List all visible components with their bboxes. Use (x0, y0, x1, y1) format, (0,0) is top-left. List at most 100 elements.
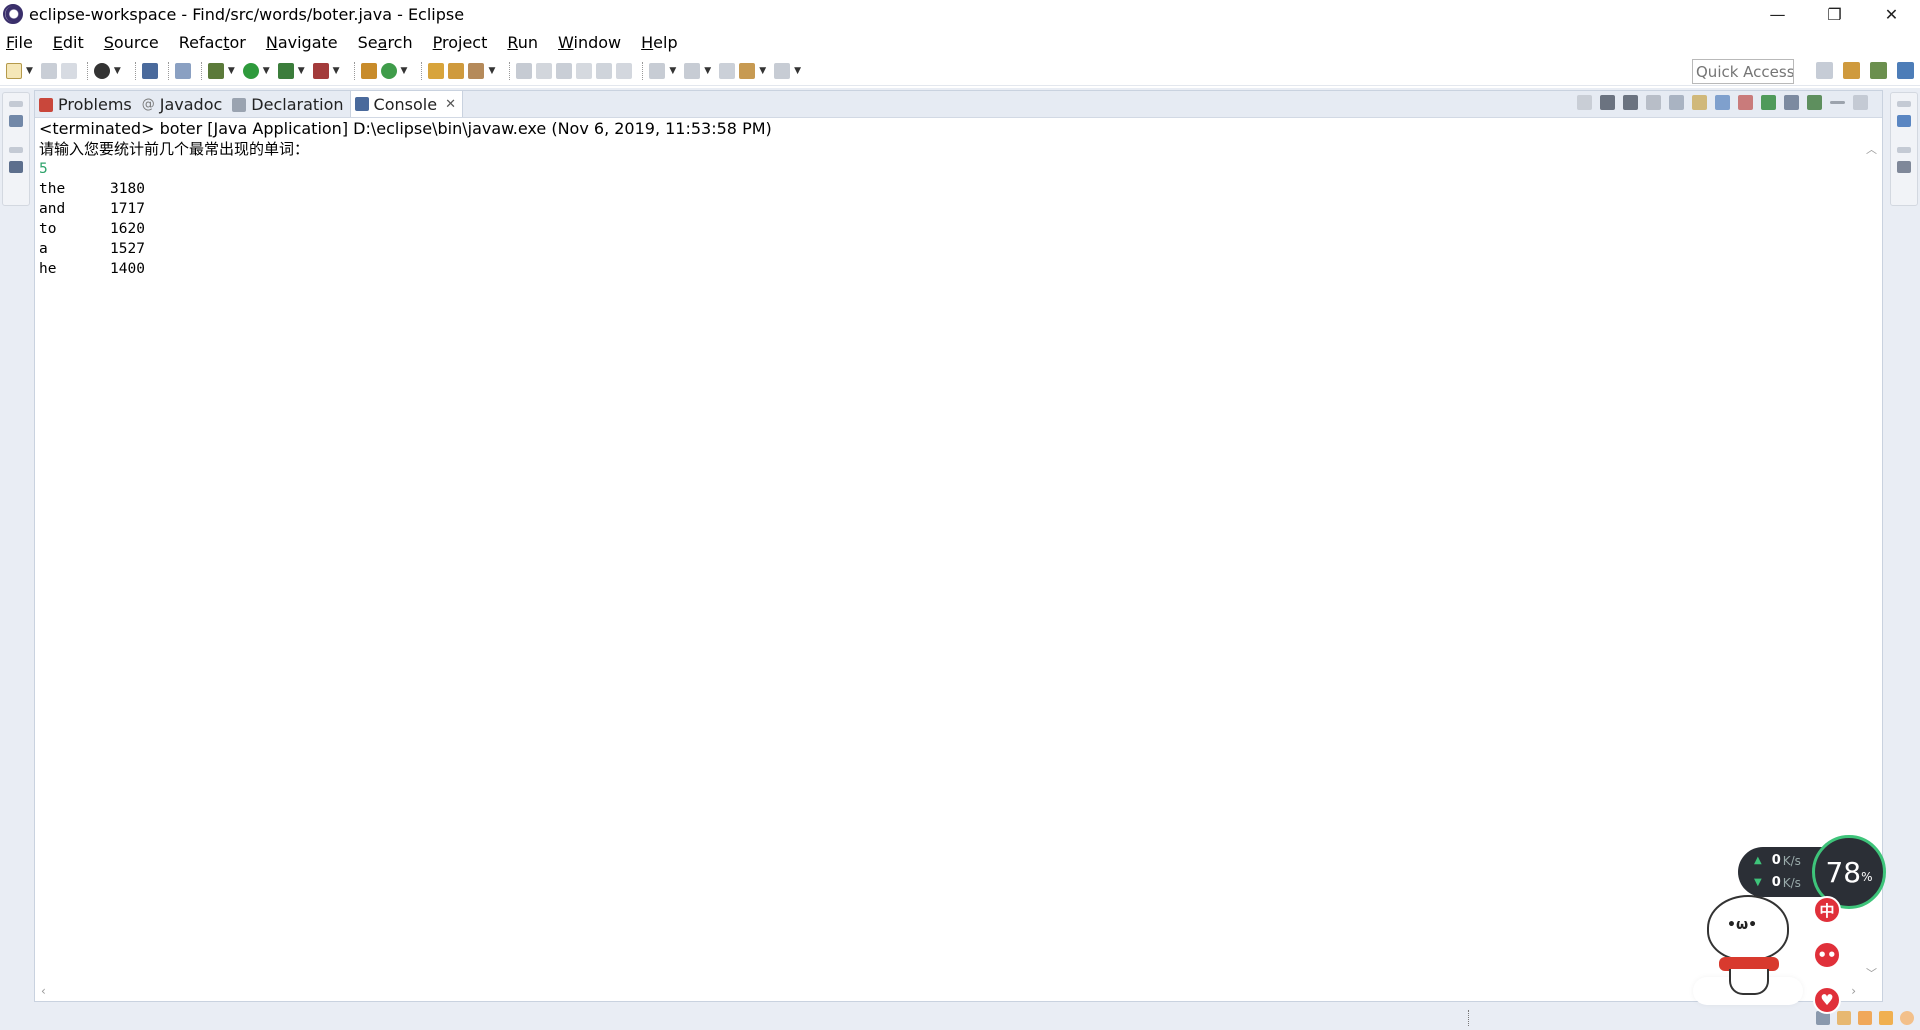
show-on-stdout-icon[interactable] (1715, 95, 1730, 110)
restore-icon[interactable] (9, 101, 23, 107)
new-java-project-icon[interactable] (360, 62, 377, 79)
close-icon[interactable]: ✕ (445, 97, 456, 112)
menu-window[interactable]: Window (555, 33, 624, 52)
show-on-stderr-icon[interactable] (1738, 95, 1753, 110)
horizontal-scrollbar[interactable]: ‹ › (35, 983, 1862, 1001)
pilcrow-icon[interactable] (596, 62, 613, 79)
back-dropdown-icon[interactable]: ▼ (759, 66, 766, 76)
menu-run[interactable]: Run (504, 33, 541, 52)
smile-icon[interactable] (1900, 1011, 1914, 1025)
editor-area-icon[interactable] (9, 161, 23, 173)
new-class-dropdown-icon[interactable]: ▼ (401, 66, 408, 76)
paragraph-icon[interactable] (616, 62, 633, 79)
tab-problems[interactable]: Problems (35, 92, 138, 117)
remove-launch-icon[interactable] (1600, 95, 1615, 110)
coverage-dropdown-icon[interactable]: ▼ (298, 66, 305, 76)
quick-access-input[interactable] (1692, 59, 1794, 84)
problems-icon (39, 97, 53, 112)
restore-button[interactable]: ❐ (1806, 0, 1863, 28)
next-annotation-dropdown-icon[interactable]: ▼ (669, 66, 676, 76)
back-icon[interactable] (739, 62, 756, 79)
menu-edit[interactable]: Edit (50, 33, 87, 52)
word-wrap-icon[interactable] (576, 62, 593, 79)
menu-help[interactable]: Help (638, 33, 680, 52)
heart-badge[interactable]: ♥ (1813, 986, 1841, 1014)
minimize-button[interactable]: — (1749, 0, 1806, 28)
close-button[interactable]: ✕ (1863, 0, 1920, 28)
coverage-icon[interactable] (277, 62, 294, 79)
scroll-down-icon[interactable]: ﹀ (1866, 965, 1877, 981)
java-ee-perspective-icon[interactable] (1843, 62, 1860, 79)
scroll-up-icon[interactable]: ︿ (1866, 141, 1877, 157)
task-list-icon[interactable] (1897, 161, 1911, 173)
tab-javadoc[interactable]: @ Javadoc (138, 92, 229, 117)
scroll-left-icon[interactable]: ‹ (41, 984, 46, 998)
result-count: 3180 (110, 181, 145, 197)
external-tools-icon[interactable] (312, 62, 329, 79)
dots-badge[interactable]: •• (1813, 941, 1841, 969)
menu-file[interactable]: File (3, 33, 36, 52)
search-icon[interactable] (468, 62, 485, 79)
pin-console-icon[interactable] (1761, 95, 1776, 110)
forward-icon[interactable] (774, 62, 791, 79)
menu-project[interactable]: Project (430, 33, 491, 52)
hat-icon[interactable] (1858, 1011, 1872, 1025)
save-icon[interactable] (40, 62, 57, 79)
forward-dropdown-icon[interactable]: ▼ (794, 66, 801, 76)
menu-refactor[interactable]: Refactor (176, 33, 249, 52)
last-edit-icon[interactable] (719, 62, 736, 79)
show-whitespace-icon[interactable] (556, 62, 573, 79)
notes-icon[interactable] (1837, 1011, 1851, 1025)
open-task-icon[interactable] (448, 62, 465, 79)
profile-dropdown-icon[interactable]: ▼ (114, 66, 121, 76)
debug-dropdown-icon[interactable]: ▼ (228, 66, 235, 76)
skip-breakpoints-icon[interactable] (174, 62, 191, 79)
scroll-lock-icon[interactable] (1669, 95, 1684, 110)
menu-navigate[interactable]: Navigate (263, 33, 341, 52)
terminal-icon[interactable] (141, 62, 158, 79)
debug-icon[interactable] (207, 62, 224, 79)
restore-icon[interactable] (1897, 147, 1911, 153)
toggle-mark-occurrences-icon[interactable] (516, 62, 533, 79)
minimize-view-icon[interactable] (1830, 101, 1845, 104)
search-dropdown-icon[interactable]: ▼ (488, 66, 495, 76)
tab-declaration[interactable]: Declaration (228, 92, 349, 117)
package-explorer-icon[interactable] (9, 115, 23, 127)
maximize-view-icon[interactable] (1853, 95, 1868, 110)
outline-icon[interactable] (1897, 115, 1911, 127)
tab-console[interactable]: Console ✕ (349, 90, 463, 117)
open-console-icon[interactable] (1807, 95, 1822, 110)
pencil-icon[interactable] (1879, 1011, 1893, 1025)
upload-speed: ▲ 0 K/s (1754, 853, 1801, 868)
debug-perspective-icon[interactable] (1870, 62, 1887, 79)
run-dropdown-icon[interactable]: ▼ (263, 66, 270, 76)
scroll-right-icon[interactable]: › (1851, 984, 1856, 998)
display-console-icon[interactable] (1784, 95, 1799, 110)
mascot-sticker[interactable]: •ω• (1693, 887, 1803, 1005)
menu-source[interactable]: Source (101, 33, 162, 52)
save-all-icon[interactable] (60, 62, 77, 79)
word-wrap-icon[interactable] (1692, 95, 1707, 110)
new-class-icon[interactable] (380, 62, 397, 79)
new-dropdown-icon[interactable]: ▼ (26, 66, 33, 76)
open-perspective-icon[interactable] (1816, 62, 1833, 79)
run-icon[interactable] (242, 62, 259, 79)
terminate-icon[interactable] (1577, 95, 1592, 110)
remove-all-terminated-icon[interactable] (1623, 95, 1638, 110)
toggle-block-selection-icon[interactable] (536, 62, 553, 79)
java-perspective-icon[interactable] (1897, 62, 1914, 79)
clear-console-icon[interactable] (1646, 95, 1661, 110)
restore-icon[interactable] (1897, 101, 1911, 107)
previous-annotation-icon[interactable] (684, 62, 701, 79)
console-output[interactable]: 请输入您要统计前几个最常出现的单词： 5 the 3180 and 1717 to 1… (35, 139, 1862, 983)
open-type-icon[interactable] (428, 62, 445, 79)
previous-annotation-dropdown-icon[interactable]: ▼ (704, 66, 711, 76)
restore-icon[interactable] (9, 147, 23, 153)
profile-icon[interactable] (93, 62, 110, 79)
next-annotation-icon[interactable] (649, 62, 666, 79)
external-tools-dropdown-icon[interactable]: ▼ (333, 66, 340, 76)
new-icon[interactable] (6, 62, 22, 79)
result-word: the (39, 181, 66, 197)
menu-search[interactable]: Search (355, 33, 416, 52)
zhong-badge[interactable]: 中 (1813, 896, 1841, 924)
